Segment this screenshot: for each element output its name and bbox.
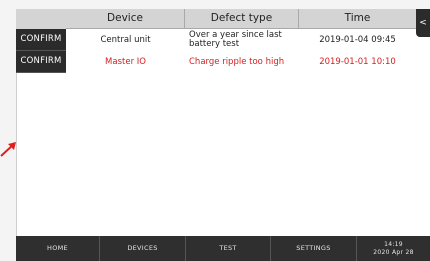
clock-display: 14:19 2020 Apr 28 — [357, 236, 430, 261]
nav-settings-button[interactable]: SETTINGS — [271, 236, 357, 261]
column-header-time[interactable]: Time — [299, 9, 416, 28]
confirm-button[interactable]: CONFIRM — [16, 29, 66, 51]
confirm-button[interactable]: CONFIRM — [16, 51, 66, 73]
table-row[interactable]: Central unit Over a year since last batt… — [66, 29, 416, 51]
nav-home-button[interactable]: HOME — [16, 236, 100, 261]
cell-defect-type: Over a year since last battery test — [189, 30, 282, 49]
cell-time: 2019-01-01 10:10 — [319, 57, 396, 67]
cell-time: 2019-01-04 09:45 — [319, 35, 396, 45]
arrow-icon — [0, 142, 16, 157]
clock-date: 2020 Apr 28 — [373, 249, 414, 256]
cell-device: Central unit — [100, 35, 151, 45]
table-header: Device Defect type Time — [66, 9, 416, 29]
nav-devices-button[interactable]: DEVICES — [100, 236, 186, 261]
side-panel-tab[interactable]: < — [416, 9, 430, 37]
header-spacer — [16, 9, 66, 30]
column-header-device[interactable]: Device — [66, 9, 185, 28]
clock-time: 14:19 — [384, 241, 403, 248]
cell-device: Master IO — [105, 57, 146, 67]
column-header-defect-type[interactable]: Defect type — [185, 9, 299, 28]
cell-defect-type: Charge ripple too high — [189, 56, 285, 67]
nav-test-button[interactable]: TEST — [186, 236, 271, 261]
table-row[interactable]: Master IO Charge ripple too high 2019-01… — [66, 51, 416, 73]
bottom-navigation: HOME DEVICES TEST SETTINGS 14:19 2020 Ap… — [16, 236, 430, 261]
